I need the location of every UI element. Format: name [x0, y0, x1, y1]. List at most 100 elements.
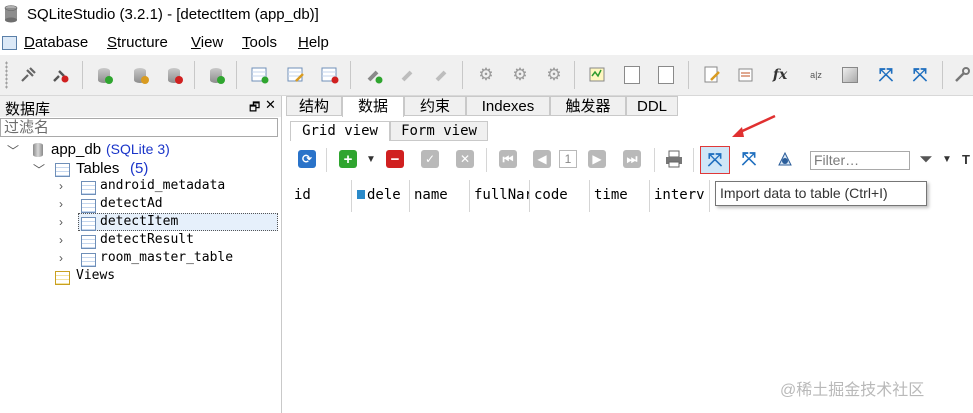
functions-editor-icon[interactable] [736, 65, 756, 85]
window-menu-icon[interactable] [2, 36, 17, 50]
tree-item-table[interactable]: › detectResult [0, 232, 281, 250]
table-icon [81, 235, 96, 249]
edit-column-icon[interactable] [398, 65, 418, 85]
sql-editor-icon[interactable] [588, 65, 608, 85]
export-icon[interactable]: ⤧ [740, 149, 758, 169]
ddl-history-icon[interactable] [622, 65, 642, 85]
column-header[interactable]: id [290, 180, 352, 212]
toolbar-separator [326, 148, 327, 172]
tree-item-table-selected[interactable]: › detectItem [0, 214, 281, 232]
populate-table-icon[interactable] [776, 150, 794, 168]
import-data-button[interactable]: ⤧ [700, 146, 730, 174]
menu-tools[interactable]: Tools [242, 34, 277, 51]
column-header[interactable]: fullNar [470, 180, 530, 212]
dock-close-icon[interactable]: ✕ [265, 97, 276, 113]
remove-database-icon[interactable] [164, 65, 184, 85]
open-file-icon[interactable] [656, 65, 676, 85]
title-bar: SQLiteStudio (3.2.1) - [detectItem (app_… [0, 0, 973, 31]
chevron-right-icon[interactable]: › [59, 179, 63, 193]
rollback-icon[interactable]: ✕ [456, 150, 474, 168]
subtab-form-view[interactable]: Form view [390, 121, 488, 141]
toolbar-separator [82, 61, 83, 89]
chevron-down-icon[interactable]: ﹀ [7, 142, 19, 159]
create-trigger-icon[interactable] [510, 65, 530, 85]
import-tooltip: Import data to table (Ctrl+I) [715, 181, 927, 206]
tree-item-table[interactable]: › android_metadata [0, 178, 281, 196]
chevron-right-icon[interactable]: › [59, 251, 63, 265]
print-icon[interactable] [665, 150, 683, 168]
column-header[interactable]: dele [352, 180, 410, 212]
tree-item-database[interactable]: ﹀ app_db (SQLite 3) [0, 141, 281, 159]
first-page-icon[interactable]: ⏮ [499, 150, 517, 168]
menu-view[interactable]: View [191, 34, 223, 51]
add-database-icon[interactable] [94, 65, 114, 85]
dock-float-icon[interactable]: 🗗 [249, 98, 260, 119]
menu-database[interactable]: Database [24, 34, 88, 51]
import-icon[interactable] [876, 65, 896, 85]
tab-ddl[interactable]: DDL [626, 96, 678, 116]
page-number-field[interactable]: 1 [559, 150, 577, 168]
filter-mode-icon[interactable]: ⏷ [917, 150, 935, 168]
table-icon [81, 199, 96, 213]
database-type: (SQLite 3) [106, 141, 170, 157]
tree-item-table[interactable]: › detectAd [0, 196, 281, 214]
filter-options-icon[interactable]: T [960, 150, 972, 168]
chevron-right-icon[interactable]: › [59, 233, 63, 247]
tab-constraints[interactable]: 约束 [404, 96, 466, 116]
column-header[interactable]: time [590, 180, 650, 212]
database-name: app_db [51, 141, 102, 158]
chevron-right-icon[interactable]: › [59, 215, 63, 229]
delete-table-icon[interactable] [320, 65, 340, 85]
extensions-icon[interactable] [840, 65, 860, 85]
tree-item-tables[interactable]: ﹀ Tables (5) [0, 160, 281, 178]
last-page-icon[interactable]: ⏭ [623, 150, 641, 168]
tab-indexes[interactable]: Indexes [466, 96, 550, 116]
toolbar-separator [942, 61, 943, 89]
table-icon [81, 217, 96, 231]
chevron-right-icon[interactable]: › [59, 197, 63, 211]
column-header[interactable]: interv [650, 180, 710, 212]
export-icon[interactable] [910, 65, 930, 85]
collations-icon[interactable]: a|z [806, 65, 826, 85]
refresh-database-icon[interactable] [206, 65, 226, 85]
sqlitestudio-logo-icon [4, 5, 18, 23]
menu-structure[interactable]: Structure [107, 34, 168, 51]
create-view-icon[interactable] [544, 65, 564, 85]
refresh-icon[interactable]: ⟳ [298, 150, 316, 168]
database-filter-input[interactable]: 过滤名 [0, 118, 278, 137]
new-script-icon[interactable] [702, 65, 722, 85]
previous-page-icon[interactable]: ◀ [533, 150, 551, 168]
delete-column-icon[interactable] [432, 65, 452, 85]
tab-data[interactable]: 数据 [342, 96, 404, 117]
table-name: room_master_table [100, 250, 234, 265]
connect-icon[interactable] [18, 65, 38, 85]
chevron-down-icon[interactable]: ▼ [938, 150, 956, 168]
edit-database-icon[interactable] [130, 65, 150, 85]
insert-row-icon[interactable]: + [339, 150, 357, 168]
edit-table-icon[interactable] [286, 65, 306, 85]
toolbar-separator [654, 148, 655, 172]
subtab-grid-view[interactable]: Grid view [290, 121, 390, 141]
tab-structure[interactable]: 结构 [286, 96, 342, 116]
tree-item-table[interactable]: › room_master_table [0, 250, 281, 268]
tab-triggers[interactable]: 触发器 [550, 96, 626, 116]
commit-icon[interactable]: ✓ [421, 150, 439, 168]
delete-row-icon[interactable]: − [386, 150, 404, 168]
tables-folder-icon [55, 163, 70, 177]
toolbar-grip[interactable] [5, 61, 8, 89]
menu-help[interactable]: Help [298, 34, 329, 51]
chevron-down-icon[interactable]: ▼ [362, 150, 380, 168]
column-header[interactable]: code [530, 180, 590, 212]
window-title: SQLiteStudio (3.2.1) - [detectItem (app_… [27, 6, 319, 23]
chevron-down-icon[interactable]: ﹀ [33, 161, 45, 178]
disconnect-icon[interactable] [50, 65, 70, 85]
create-index-icon[interactable] [476, 65, 496, 85]
next-page-icon[interactable]: ▶ [588, 150, 606, 168]
column-header[interactable]: name [410, 180, 470, 212]
functions-icon[interactable]: fx [770, 65, 790, 85]
add-column-icon[interactable] [364, 65, 384, 85]
tree-item-views[interactable]: Views [0, 268, 281, 286]
create-table-icon[interactable] [250, 65, 270, 85]
config-icon[interactable] [952, 65, 972, 85]
filter-input[interactable]: Filter… [810, 151, 910, 170]
